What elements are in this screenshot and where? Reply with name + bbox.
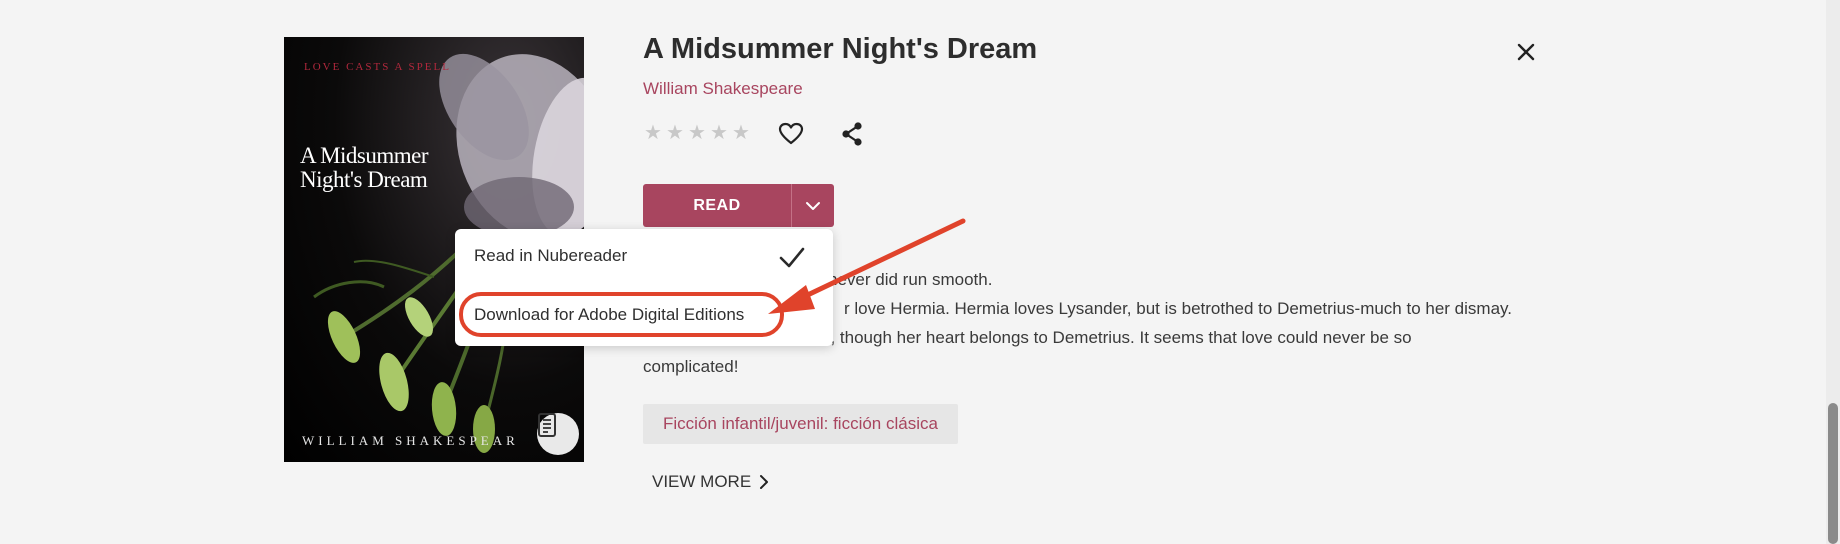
book-author-link[interactable]: William Shakespeare xyxy=(643,79,803,99)
close-button[interactable] xyxy=(1512,38,1540,66)
share-button[interactable] xyxy=(836,118,868,150)
scrollbar-thumb[interactable] xyxy=(1828,403,1838,544)
star-icon[interactable]: ★ xyxy=(731,120,751,146)
menu-item-download-adobe-digital-editions[interactable]: Download for Adobe Digital Editions xyxy=(474,305,744,325)
check-icon xyxy=(779,247,805,268)
star-icon[interactable]: ★ xyxy=(643,120,663,146)
share-icon xyxy=(842,122,862,146)
star-icon[interactable]: ★ xyxy=(687,120,707,146)
format-badge xyxy=(537,413,579,455)
close-icon xyxy=(1517,43,1535,61)
star-icon[interactable]: ★ xyxy=(665,120,685,146)
document-icon xyxy=(538,413,556,437)
description-line: complicated! xyxy=(643,357,739,376)
star-rating[interactable]: ★ ★ ★ ★ ★ xyxy=(643,120,751,146)
read-button[interactable]: READ xyxy=(643,184,791,227)
view-more-label: VIEW MORE xyxy=(652,472,752,491)
star-icon[interactable]: ★ xyxy=(709,120,729,146)
chevron-right-icon xyxy=(760,475,769,489)
cover-author: WILLIAM SHAKESPEAR xyxy=(302,433,519,448)
category-tag[interactable]: Ficción infantil/juvenil: ficción clásic… xyxy=(643,404,958,444)
menu-item-read-in-nubereader[interactable]: Read in Nubereader xyxy=(474,246,627,266)
read-options-toggle[interactable] xyxy=(791,184,834,227)
cover-title: A Midsummer Night's Dream xyxy=(300,143,429,192)
read-options-menu: Read in Nubereader Download for Adobe Di… xyxy=(455,229,833,346)
cover-tagline: Love casts a spell xyxy=(304,61,451,73)
book-detail-panel: Love casts a spell A Midsummer Night's D… xyxy=(0,0,1840,544)
heart-icon xyxy=(778,122,804,145)
view-more-link[interactable]: VIEW MORE xyxy=(652,472,769,492)
book-title: A Midsummer Night's Dream xyxy=(643,33,1038,65)
chevron-down-icon xyxy=(806,201,820,210)
favorite-button[interactable] xyxy=(775,118,807,150)
scrollbar[interactable] xyxy=(1826,0,1840,544)
read-button-group: READ xyxy=(643,184,834,227)
